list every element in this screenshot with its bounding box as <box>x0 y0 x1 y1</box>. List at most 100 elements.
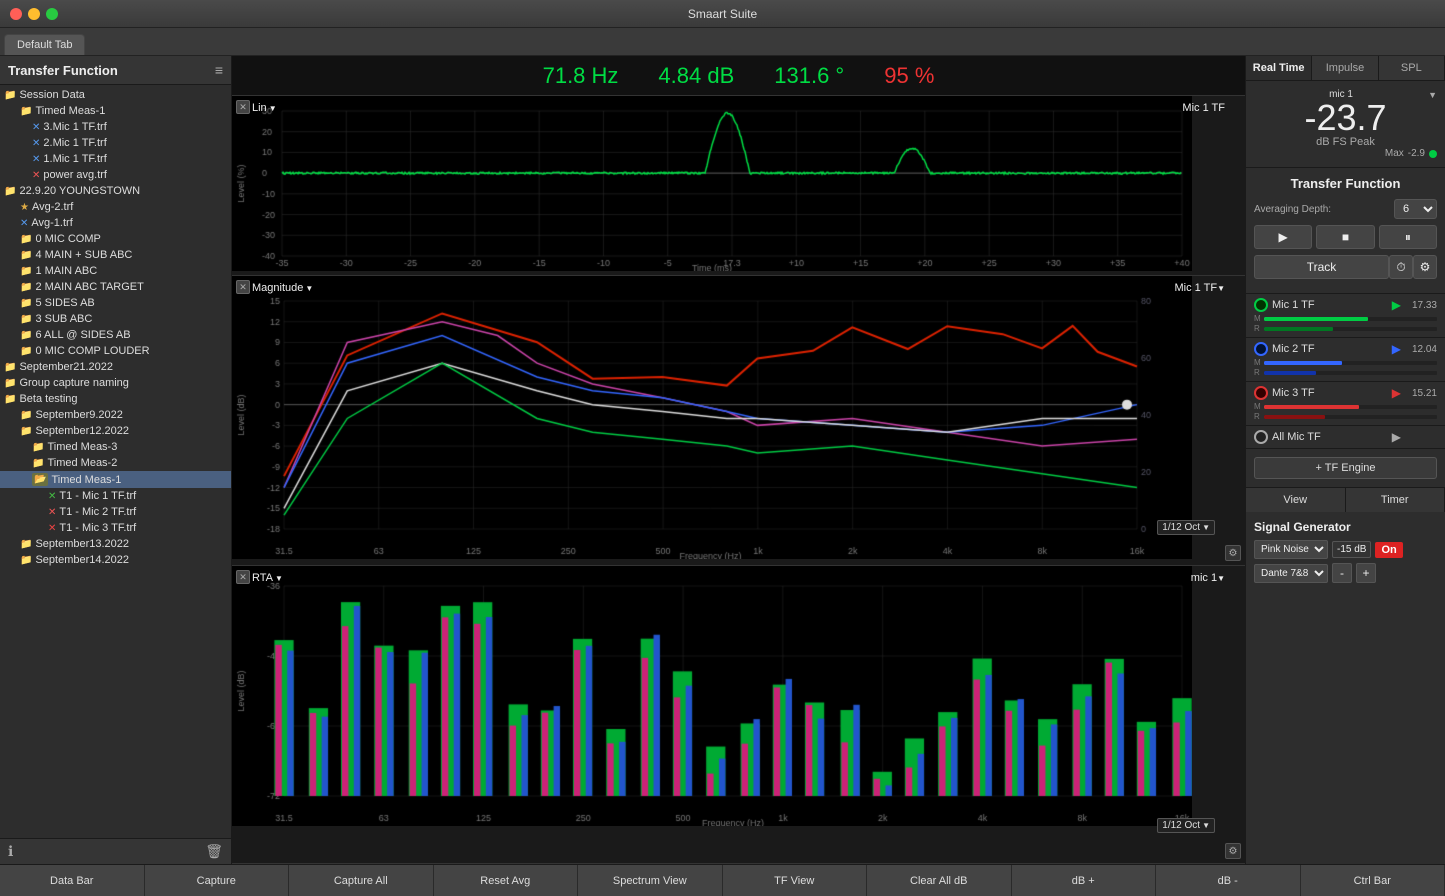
engine-play-btn[interactable]: ▶ <box>1392 298 1401 312</box>
right-top-tabs: Real Time Impulse SPL <box>1246 56 1445 81</box>
timer-button[interactable]: Timer <box>1346 488 1445 512</box>
tree-item-sep9-2022[interactable]: 📁September9.2022 <box>0 407 231 423</box>
sig-gen-section: Signal Generator Pink Noise -15 dB On Da… <box>1246 512 1445 591</box>
close-button[interactable] <box>10 8 22 20</box>
tree-item-1main-abc[interactable]: 📁1 MAIN ABC <box>0 263 231 279</box>
tree-item-t1-mic1[interactable]: ✕T1 - Mic 1 TF.trf <box>0 488 231 504</box>
tree-item-0mic-comp[interactable]: 📁0 MIC COMP <box>0 231 231 247</box>
tree-item-5sides-ab[interactable]: 📁5 SIDES AB <box>0 295 231 311</box>
tree-item-t1-mic2[interactable]: ✕T1 - Mic 2 TF.trf <box>0 504 231 520</box>
sidebar-header: Transfer Function ≡ <box>0 56 231 85</box>
sig-gen-level: -15 dB <box>1332 541 1371 558</box>
settings-btn[interactable]: ⚙ <box>1413 255 1437 279</box>
tree-item-t1-mic3[interactable]: ✕T1 - Mic 3 TF.trf <box>0 520 231 536</box>
sig-gen-type[interactable]: Pink Noise <box>1254 540 1328 559</box>
engine-play-btn[interactable]: ▶ <box>1392 342 1401 356</box>
tree-item-session-data[interactable]: 📁Session Data <box>0 87 231 103</box>
chart2-oct-badge[interactable]: 1/12 Oct▼ <box>1157 520 1215 535</box>
tab-spl[interactable]: SPL <box>1379 56 1445 80</box>
toolbar-btn-data-bar[interactable]: Data Bar <box>0 865 145 896</box>
window-controls[interactable] <box>10 8 58 20</box>
minimize-button[interactable] <box>28 8 40 20</box>
sidebar-menu-icon[interactable]: ≡ <box>215 62 223 78</box>
tf-stop-btn[interactable]: ■ <box>1316 225 1374 249</box>
meter-section: mic 1 ▼ -23.7 dB FS Peak Max -2.9 <box>1246 81 1445 168</box>
tree-item-6all-sides[interactable]: 📁6 ALL @ SIDES AB <box>0 327 231 343</box>
add-tf-button[interactable]: + TF Engine <box>1254 457 1437 479</box>
charts-area: ✕ Lin▼ Mic 1 TF ✕ Magnitude▼ Mic 1 TF▼ <box>232 96 1245 864</box>
engine-value: 12.04 <box>1405 344 1437 355</box>
toolbar-btn-ctrl-bar[interactable]: Ctrl Bar <box>1301 865 1445 896</box>
titlebar: Smaart Suite <box>0 0 1445 28</box>
sig-gen-controls: Pink Noise -15 dB On <box>1254 540 1437 559</box>
tf-pause-btn[interactable]: ⏸ <box>1379 225 1437 249</box>
view-button[interactable]: View <box>1246 488 1346 512</box>
sig-gen-minus-btn[interactable]: - <box>1332 563 1352 583</box>
tree-item-3mic1-trf[interactable]: ✕3.Mic 1 TF.trf <box>0 119 231 135</box>
chart3-oct-badge[interactable]: 1/12 Oct▼ <box>1157 818 1215 833</box>
toolbar-btn-spectrum-view[interactable]: Spectrum View <box>578 865 723 896</box>
engine-indicator <box>1254 430 1268 444</box>
sig-gen-output[interactable]: Dante 7&8 <box>1254 564 1328 583</box>
tree-item-timed-meas-2[interactable]: 📁Timed Meas-2 <box>0 455 231 471</box>
tree-item-2main-abc-target[interactable]: 📁2 MAIN ABC TARGET <box>0 279 231 295</box>
tree-item-3sub-abc[interactable]: 📁3 SUB ABC <box>0 311 231 327</box>
tree-item-timed-meas-3[interactable]: 📁Timed Meas-3 <box>0 439 231 455</box>
tab-impulse[interactable]: Impulse <box>1312 56 1378 80</box>
engine-name: Mic 1 TF <box>1272 299 1388 311</box>
chart1-close[interactable]: ✕ <box>236 100 250 114</box>
sidebar-tree[interactable]: 📁Session Data📁Timed Meas-1✕3.Mic 1 TF.tr… <box>0 85 231 838</box>
engine-play-btn[interactable]: ▶ <box>1392 430 1401 444</box>
green-dot <box>1429 150 1437 158</box>
meter-value: -23.7 <box>1254 100 1437 136</box>
tree-item-youngstown[interactable]: 📁22.9.20 YOUNGSTOWN <box>0 183 231 199</box>
tree-item-sep14-2022[interactable]: 📁September14.2022 <box>0 552 231 568</box>
toolbar-btn-reset-avg[interactable]: Reset Avg <box>434 865 579 896</box>
chart-rta: ✕ RTA▼ mic 1▼ 1/12 Oct▼ ⚙ <box>232 566 1245 864</box>
sidebar-footer: ℹ 🗑 <box>0 838 231 864</box>
tree-item-sep12-2022[interactable]: 📁September12.2022 <box>0 423 231 439</box>
toolbar-btn-clear-all-db[interactable]: Clear All dB <box>867 865 1012 896</box>
toolbar-btn-capture-all[interactable]: Capture All <box>289 865 434 896</box>
chart2-close[interactable]: ✕ <box>236 280 250 294</box>
freq-db: 4.84 dB <box>658 63 734 89</box>
tab-realtime[interactable]: Real Time <box>1246 56 1312 80</box>
tree-item-avg1[interactable]: ✕Avg-1.trf <box>0 215 231 231</box>
chart3-close[interactable]: ✕ <box>236 570 250 584</box>
sig-gen-plus-btn[interactable]: + <box>1356 563 1376 583</box>
main-layout: Transfer Function ≡ 📁Session Data📁Timed … <box>0 56 1445 864</box>
delete-button[interactable]: 🗑 <box>205 843 223 860</box>
tree-item-1mic1-trf[interactable]: ✕1.Mic 1 TF.trf <box>0 151 231 167</box>
tf-play-btn[interactable]: ▶ <box>1254 225 1312 249</box>
tree-item-0mic-comp-louder[interactable]: 📁0 MIC COMP LOUDER <box>0 343 231 359</box>
info-button[interactable]: ℹ <box>8 843 13 860</box>
tree-item-4main-sub[interactable]: 📁4 MAIN + SUB ABC <box>0 247 231 263</box>
maximize-button[interactable] <box>46 8 58 20</box>
chart3-settings[interactable]: ⚙ <box>1225 843 1241 859</box>
default-tab[interactable]: Default Tab <box>4 34 85 55</box>
sig-gen-on-btn[interactable]: On <box>1375 542 1402 558</box>
tree-item-sep21-2022[interactable]: 📁September21.2022 <box>0 359 231 375</box>
toolbar-btn-tf-view[interactable]: TF View <box>723 865 868 896</box>
chart2-settings[interactable]: ⚙ <box>1225 545 1241 561</box>
tree-item-avg2[interactable]: ★Avg-2.trf <box>0 199 231 215</box>
engine-indicator <box>1254 386 1268 400</box>
tree-item-timed-meas-1b[interactable]: 📂Timed Meas-1 <box>0 471 231 488</box>
track-btn[interactable]: Track <box>1254 255 1389 279</box>
tree-item-2mic1-trf[interactable]: ✕2.Mic 1 TF.trf <box>0 135 231 151</box>
toolbar-btn-capture[interactable]: Capture <box>145 865 290 896</box>
toolbar-btn-db--[interactable]: dB - <box>1156 865 1301 896</box>
bottom-toolbar: Data BarCaptureCapture AllReset AvgSpect… <box>0 864 1445 896</box>
freq-pct: 95 % <box>884 63 934 89</box>
mic-dropdown-arrow[interactable]: ▼ <box>1428 90 1437 100</box>
tree-item-sep13-2022[interactable]: 📁September13.2022 <box>0 536 231 552</box>
tree-item-power-avg[interactable]: ✕power avg.trf <box>0 167 231 183</box>
clock-btn[interactable]: ⏱ <box>1389 255 1413 279</box>
averaging-select[interactable]: 6312 <box>1394 199 1437 219</box>
meter-max: Max -2.9 <box>1254 148 1437 159</box>
tree-item-timed-meas-1[interactable]: 📁Timed Meas-1 <box>0 103 231 119</box>
engine-play-btn[interactable]: ▶ <box>1392 386 1401 400</box>
tree-item-group-capture[interactable]: 📁Group capture naming <box>0 375 231 391</box>
toolbar-btn-db-+[interactable]: dB + <box>1012 865 1157 896</box>
tree-item-beta-testing[interactable]: 📁Beta testing <box>0 391 231 407</box>
